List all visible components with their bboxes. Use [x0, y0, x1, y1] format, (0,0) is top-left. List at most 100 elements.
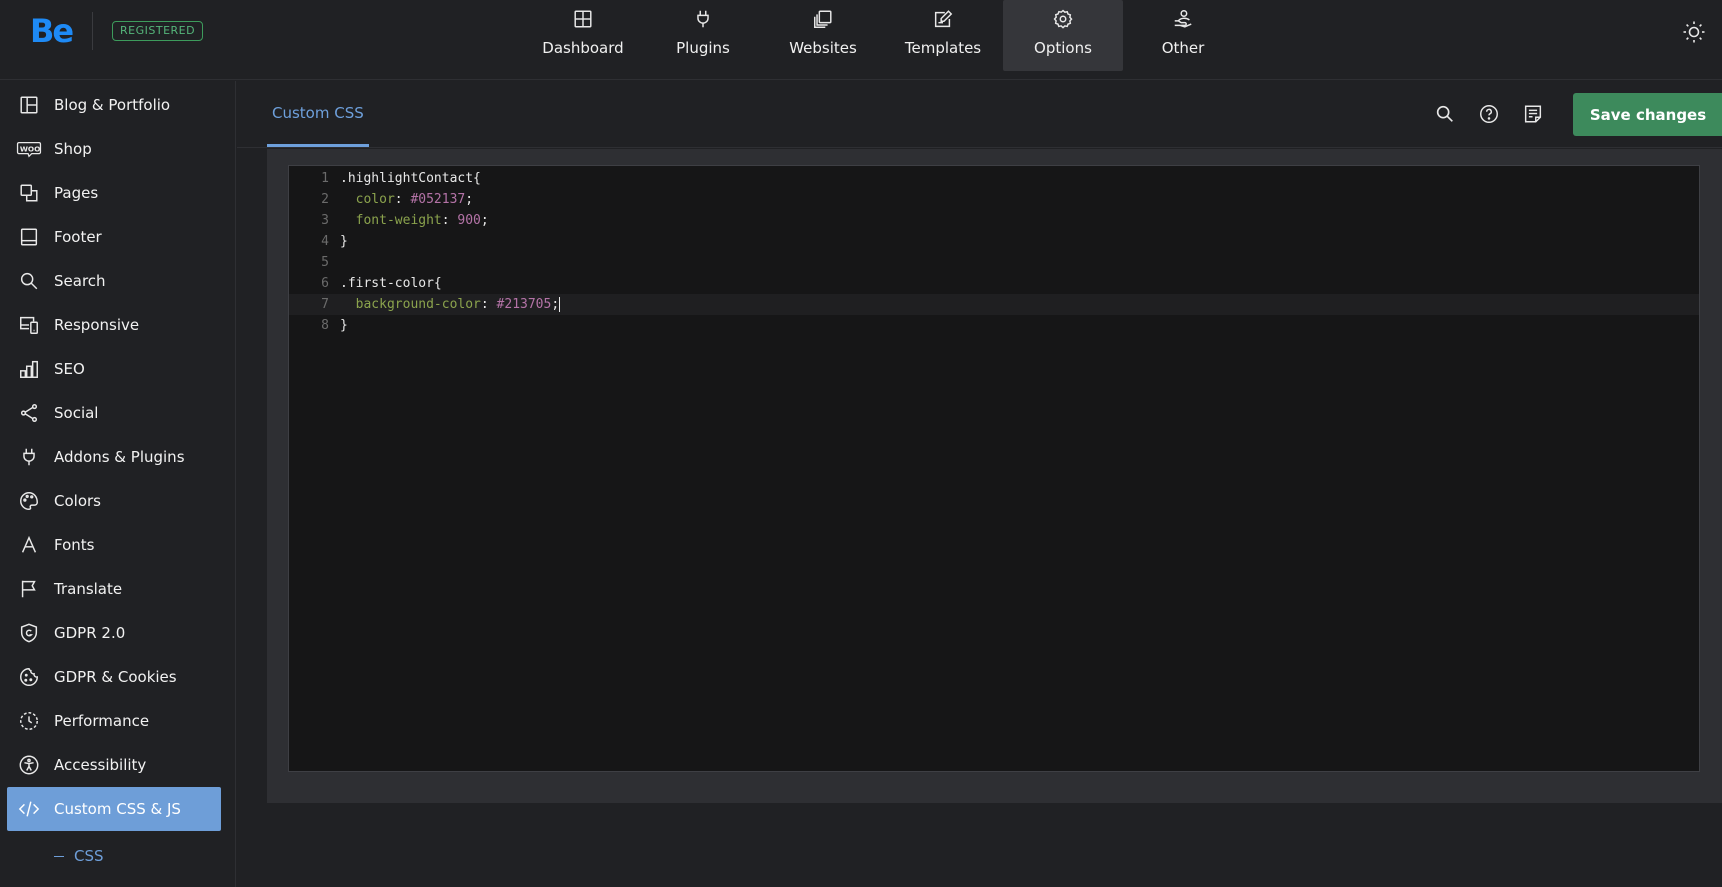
code-token: background-color	[355, 297, 481, 312]
line-number: 3	[321, 213, 329, 228]
sun-icon[interactable]	[1682, 20, 1706, 44]
top-bar: Be REGISTERED Dashboard Plugins Websites…	[0, 0, 1722, 80]
code-text: font-weight: 900;	[340, 210, 489, 231]
code-token: :	[441, 213, 458, 228]
code-text: }	[340, 315, 348, 336]
save-changes-button[interactable]: Save changes	[1573, 93, 1722, 136]
sidebar-item-fonts[interactable]: Fonts	[7, 523, 221, 567]
sidebar-item-gdpr-2[interactable]: GDPR 2.0	[7, 611, 221, 655]
sidebar-item-responsive[interactable]: Responsive	[7, 303, 221, 347]
sidebar-item-seo[interactable]: SEO	[7, 347, 221, 391]
sidebar-item-label: Social	[54, 404, 99, 422]
top-nav: Dashboard Plugins Websites Templates Opt…	[523, 0, 1243, 71]
topnav-websites[interactable]: Websites	[763, 0, 883, 71]
plug-icon	[697, 10, 709, 28]
sidebar-item-search[interactable]: Search	[7, 259, 221, 303]
sidebar-item-label: Accessibility	[54, 756, 147, 774]
sidebar-item-footer[interactable]: Footer	[7, 215, 221, 259]
css-code-editor[interactable]: 1 .highlightContact{2 color: #052137; 3 fo…	[288, 165, 1700, 772]
code-token: 900	[457, 213, 481, 228]
code-line[interactable]: 7 background-color: #213705;	[289, 294, 1699, 315]
topnav-label: Plugins	[676, 39, 730, 57]
code-line[interactable]: 6 .first-color{	[289, 273, 1699, 294]
sidebar-item-label: Footer	[54, 228, 102, 246]
gear-icon	[1053, 9, 1073, 29]
help-icon[interactable]	[1478, 103, 1500, 125]
sidebar-item-label: Pages	[54, 184, 99, 202]
topnav-label: Options	[1034, 39, 1092, 57]
palette-icon	[20, 492, 38, 510]
dashboard-icon	[574, 10, 592, 28]
topnav-label: Other	[1161, 39, 1205, 57]
bars-icon	[20, 360, 38, 378]
code-token: color	[355, 192, 395, 207]
pages-icon	[20, 184, 38, 202]
sidebar-item-custom-css-js[interactable]: Custom CSS & JS	[7, 787, 221, 831]
code-line[interactable]: 2 color: #052137;	[289, 189, 1699, 210]
sidebar-item-label: Custom CSS & JS	[54, 800, 181, 818]
subitem-dash	[54, 856, 64, 857]
sidebar-item-label: Fonts	[54, 536, 95, 554]
code-text: }	[340, 231, 348, 252]
tab-custom-css[interactable]: Custom CSS	[267, 81, 369, 147]
code-text: color: #052137;	[340, 189, 473, 210]
code-token: ;	[480, 213, 489, 228]
responsive-icon	[20, 316, 38, 334]
sidebar-subitem-label: CSS	[74, 847, 104, 865]
line-number: 7	[321, 297, 329, 312]
code-token: .first-color{	[340, 276, 442, 291]
plug-icon	[23, 448, 35, 466]
line-number: 4	[321, 234, 329, 249]
code-line[interactable]: 1 .highlightContact{	[289, 168, 1699, 189]
sidebar-item-label: GDPR & Cookies	[54, 668, 177, 686]
sidebar-item-label: Responsive	[54, 316, 140, 334]
registered-badge: REGISTERED	[112, 21, 204, 41]
sidebar-item-shop[interactable]: WOO Shop	[7, 127, 221, 171]
sidebar-item-addons-plugins[interactable]: Addons & Plugins	[7, 435, 221, 479]
woo-icon: WOO	[16, 141, 42, 158]
logo-divider	[92, 12, 93, 50]
sidebar-item-label: GDPR 2.0	[54, 624, 126, 642]
code-line[interactable]: 3 font-weight: 900;	[289, 210, 1699, 231]
sidebar-item-social[interactable]: Social	[7, 391, 221, 435]
code-icon	[18, 801, 40, 817]
code-text: .first-color{	[340, 273, 442, 294]
templates-icon	[934, 10, 953, 28]
shield-icon	[20, 623, 38, 643]
hand-user-icon	[1174, 10, 1192, 28]
line-number: 5	[321, 255, 329, 270]
layout-icon	[20, 96, 38, 114]
topnav-options[interactable]: Options	[1003, 0, 1123, 71]
sidebar-item-label: Addons & Plugins	[54, 448, 185, 466]
code-token: #052137	[410, 192, 466, 207]
code-token: ;	[551, 297, 560, 312]
sidebar-item-translate[interactable]: Translate	[7, 567, 221, 611]
sidebar-item-colors[interactable]: Colors	[7, 479, 221, 523]
code-line[interactable]: 5	[289, 252, 1699, 273]
sidebar-item-blog-portfolio[interactable]: Blog & Portfolio	[7, 83, 221, 127]
sidebar-item-performance[interactable]: Performance	[7, 699, 221, 743]
sidebar: Blog & Portfolio WOO Shop Pages Footer S…	[0, 81, 236, 887]
topnav-other[interactable]: Other	[1123, 0, 1243, 71]
search-icon[interactable]	[1434, 103, 1456, 125]
line-number: 8	[321, 318, 329, 333]
sidebar-item-accessibility[interactable]: Accessibility	[7, 743, 221, 787]
sidebar-item-label: Colors	[54, 492, 101, 510]
code-token: font-weight	[355, 213, 442, 228]
topnav-templates[interactable]: Templates	[883, 0, 1003, 71]
accessibility-icon	[19, 755, 39, 775]
search-icon	[20, 272, 38, 290]
code-line[interactable]: 4}	[289, 231, 1699, 252]
websites-icon	[814, 10, 832, 28]
code-line[interactable]: 8}	[289, 315, 1699, 336]
topnav-dashboard[interactable]: Dashboard	[523, 0, 643, 71]
notes-icon[interactable]	[1522, 103, 1544, 125]
sidebar-subitem-css[interactable]: CSS	[54, 847, 104, 865]
sidebar-item-pages[interactable]: Pages	[7, 171, 221, 215]
sidebar-item-label: Performance	[54, 712, 150, 730]
sidebar-item-gdpr-cookies[interactable]: GDPR & Cookies	[7, 655, 221, 699]
topnav-plugins[interactable]: Plugins	[643, 0, 763, 71]
brand-logo[interactable]: Be	[30, 12, 74, 50]
